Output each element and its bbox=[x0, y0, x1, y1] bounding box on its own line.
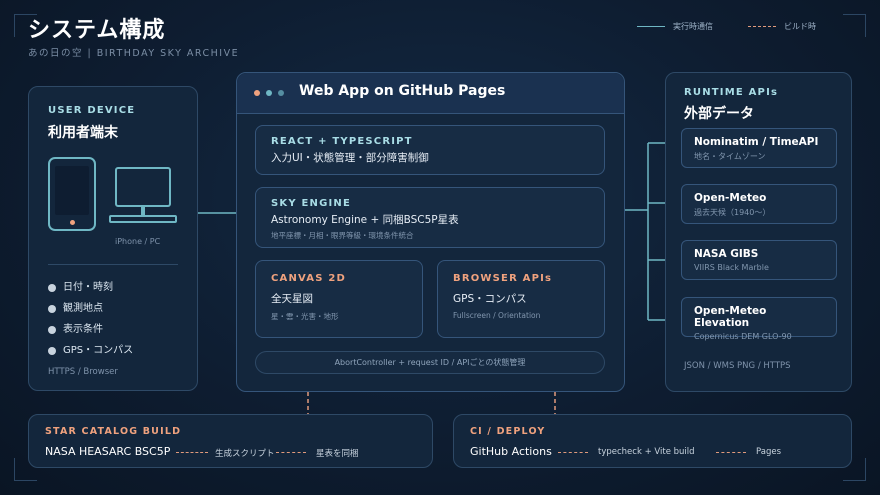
list-item: 表示条件 bbox=[48, 319, 133, 340]
corner-bracket-top-right bbox=[843, 14, 866, 37]
runtime-apis-label: RUNTIME APIs bbox=[684, 87, 779, 98]
browser-apis-desc: GPS・コンパス bbox=[453, 293, 527, 305]
legend-runtime-label: 実行時通信 bbox=[673, 22, 713, 31]
legend-runtime: 実行時通信 bbox=[637, 21, 713, 32]
browser-apis-label: BROWSER APIs bbox=[453, 273, 553, 284]
user-device-panel: USER DEVICE 利用者端末 iPhone / PC 日付・時刻 観測地点… bbox=[28, 86, 198, 391]
window-dot-icon bbox=[254, 90, 260, 96]
react-label: REACT + TYPESCRIPT bbox=[271, 136, 413, 147]
user-input-list: 日付・時刻 観測地点 表示条件 GPS・コンパス bbox=[48, 277, 133, 361]
list-item: 観測地点 bbox=[48, 298, 133, 319]
legend-solid-line-icon bbox=[637, 26, 665, 27]
page-title: システム構成 bbox=[28, 18, 166, 43]
react-desc: 入力UI・状態管理・部分障害制御 bbox=[271, 152, 429, 164]
sky-engine-sub: 地平座標・月相・眼界等級・環境条件統合 bbox=[271, 231, 414, 240]
ci-deploy-step1: typecheck + Vite build bbox=[598, 447, 695, 457]
ci-deploy-step2: Pages bbox=[756, 447, 782, 457]
star-catalog-panel: STAR CATALOG BUILD NASA HEASARC BSC5P 生成… bbox=[28, 414, 433, 468]
dashed-arrow-icon bbox=[176, 452, 208, 453]
user-device-footer: HTTPS / Browser bbox=[48, 367, 118, 377]
ci-deploy-panel: CI / DEPLOY GitHub Actions typecheck + V… bbox=[453, 414, 852, 468]
page-subtitle: あの日の空 | BIRTHDAY SKY ARCHIVE bbox=[28, 48, 240, 59]
star-catalog-label: STAR CATALOG BUILD bbox=[45, 426, 182, 437]
ci-deploy-label: CI / DEPLOY bbox=[470, 426, 546, 437]
canvas-box: CANVAS 2D 全天星図 星・雲・光害・地形 bbox=[255, 260, 423, 338]
api-card-open-meteo: Open-Meteo 過去天候（1940〜） bbox=[681, 184, 837, 224]
runtime-apis-panel: RUNTIME APIs 外部データ Nominatim / TimeAPI 地… bbox=[665, 72, 852, 392]
sky-engine-box: SKY ENGINE Astronomy Engine + 同梱BSC5P星表 … bbox=[255, 187, 605, 248]
ci-deploy-source: GitHub Actions bbox=[470, 445, 552, 458]
window-dot-icon bbox=[266, 90, 272, 96]
star-catalog-source: NASA HEASARC BSC5P bbox=[45, 445, 171, 458]
canvas-label: CANVAS 2D bbox=[271, 273, 346, 284]
runtime-apis-title: 外部データ bbox=[684, 106, 754, 122]
sky-engine-label: SKY ENGINE bbox=[271, 198, 352, 209]
user-device-label: USER DEVICE bbox=[48, 105, 136, 116]
legend-build-label: ビルド時 bbox=[784, 22, 816, 31]
window-dot-icon bbox=[278, 90, 284, 96]
sky-engine-desc: Astronomy Engine + 同梱BSC5P星表 bbox=[271, 214, 459, 226]
legend-dashed-line-icon bbox=[748, 26, 776, 27]
api-card-nasa-gibs: NASA GIBS VIIRS Black Marble bbox=[681, 240, 837, 280]
device-divider bbox=[48, 264, 178, 265]
react-box: REACT + TYPESCRIPT 入力UI・状態管理・部分障害制御 bbox=[255, 125, 605, 175]
star-catalog-step1: 生成スクリプト bbox=[215, 449, 275, 459]
dashed-arrow-icon bbox=[276, 452, 306, 453]
browser-apis-sub: Fullscreen / Orientation bbox=[453, 311, 541, 320]
star-catalog-step2: 星表を同梱 bbox=[316, 449, 359, 459]
dashed-arrow-icon bbox=[716, 452, 746, 453]
runtime-apis-footer: JSON / WMS PNG / HTTPS bbox=[684, 361, 791, 371]
legend-build: ビルド時 bbox=[748, 21, 816, 32]
browser-apis-box: BROWSER APIs GPS・コンパス Fullscreen / Orien… bbox=[437, 260, 605, 338]
device-caption: iPhone / PC bbox=[115, 237, 161, 246]
dashed-arrow-icon bbox=[558, 452, 588, 453]
list-item: 日付・時刻 bbox=[48, 277, 133, 298]
canvas-sub: 星・雲・光害・地形 bbox=[271, 312, 339, 321]
monitor-icon bbox=[115, 167, 171, 207]
list-item: GPS・コンパス bbox=[48, 340, 133, 361]
web-app-footer: AbortController + request ID / APIごとの状態管… bbox=[255, 351, 605, 374]
api-card-elevation: Open-Meteo Elevation Copernicus DEM GLO-… bbox=[681, 297, 837, 341]
api-card-nominatim: Nominatim / TimeAPI 地名・タイムゾーン bbox=[681, 128, 837, 168]
user-device-title: 利用者端末 bbox=[48, 125, 118, 141]
web-app-title: Web App on GitHub Pages bbox=[299, 83, 506, 99]
phone-icon bbox=[48, 157, 96, 231]
canvas-desc: 全天星図 bbox=[271, 293, 313, 305]
